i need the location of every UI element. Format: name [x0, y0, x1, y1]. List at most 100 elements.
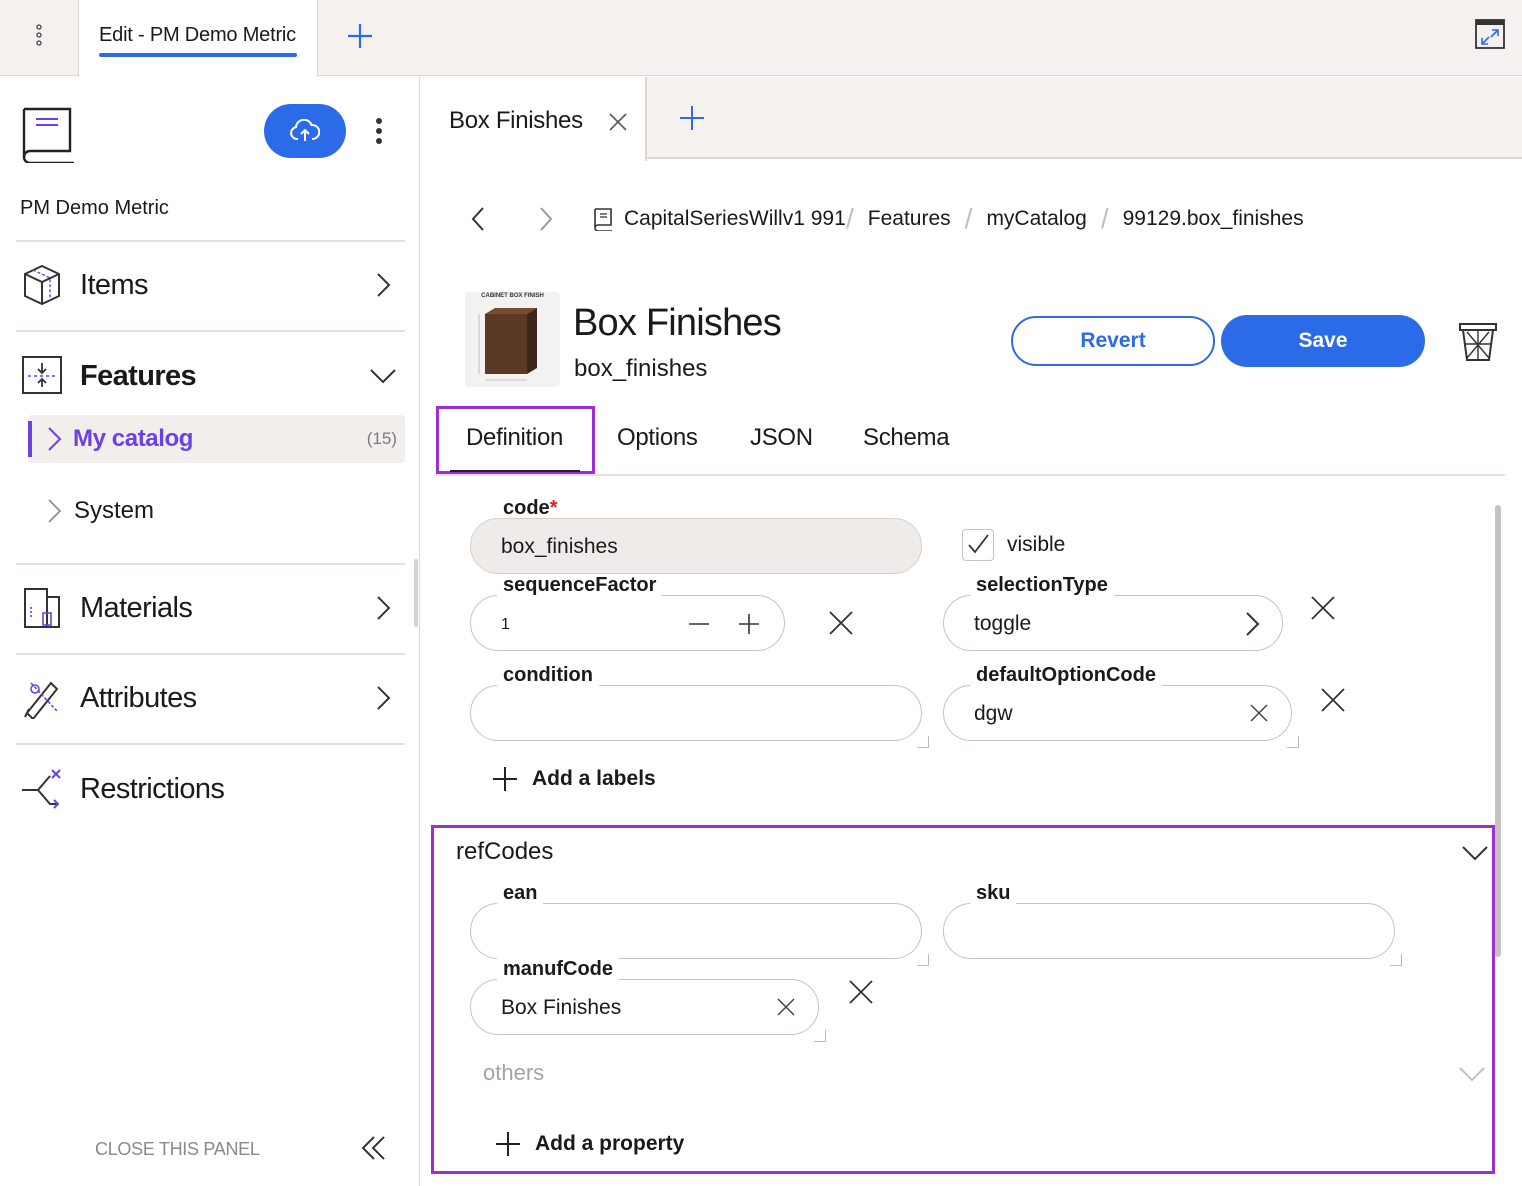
selection-type-field[interactable]: selectionType toggle — [943, 574, 1283, 651]
feature-thumbnail: CABINET BOX FINISH — [465, 292, 560, 387]
chevron-down-icon[interactable] — [1460, 838, 1490, 868]
back-arrow-icon[interactable] — [462, 203, 494, 235]
double-chevron-left-icon[interactable] — [358, 1133, 388, 1163]
sidebar-item-features[interactable]: Features — [20, 346, 405, 406]
sidebar-item-materials[interactable]: Materials — [20, 578, 405, 638]
plus-icon[interactable] — [737, 612, 761, 636]
tab-label: Box Finishes — [449, 107, 583, 134]
breadcrumb-features[interactable]: Features — [868, 207, 951, 231]
close-icon[interactable] — [607, 111, 629, 133]
add-labels-button[interactable]: Add a labels — [492, 766, 656, 792]
remove-manuf-code-icon[interactable] — [846, 977, 876, 1007]
sequence-factor-stepper[interactable]: sequenceFactor 1 — [470, 574, 785, 651]
breadcrumb-my-catalog[interactable]: myCatalog — [986, 207, 1086, 231]
panel-resize-handle[interactable] — [414, 559, 418, 627]
book-icon — [594, 208, 612, 231]
tab-edit-pm-demo-metric[interactable]: Edit - PM Demo Metric — [78, 0, 318, 77]
resize-handle[interactable] — [1287, 736, 1299, 748]
attributes-icon — [20, 676, 64, 720]
resize-handle[interactable] — [814, 1030, 826, 1042]
sidebar-item-items[interactable]: Items — [20, 255, 405, 315]
ean-field[interactable]: ean — [470, 882, 929, 966]
tab-schema[interactable]: Schema — [863, 424, 950, 452]
manuf-code-value: Box Finishes — [501, 996, 622, 1019]
add-property-button[interactable]: Add a property — [495, 1131, 684, 1157]
tab-label: Edit - PM Demo Metric — [99, 24, 296, 46]
sidebar-item-attributes[interactable]: Attributes — [20, 668, 405, 728]
divider — [16, 563, 405, 565]
remove-selection-type-icon[interactable] — [1308, 593, 1338, 623]
save-button[interactable]: Save — [1221, 315, 1425, 367]
materials-icon — [20, 586, 64, 630]
resize-handle[interactable] — [1390, 954, 1402, 966]
breadcrumb-separator: / — [1100, 203, 1109, 234]
add-labels-text: Add a labels — [532, 767, 656, 790]
breadcrumb-separator: / — [964, 203, 973, 234]
features-icon — [20, 354, 64, 398]
breadcrumb-current: 99129.box_finishes — [1122, 207, 1304, 230]
ean-label: ean — [497, 882, 544, 905]
revert-button[interactable]: Revert — [1011, 316, 1215, 366]
active-indicator — [28, 421, 32, 457]
breadcrumb: CapitalSeriesWillv1 991: / Features / my… — [462, 200, 1304, 238]
selection-type-value: toggle — [974, 612, 1032, 635]
sidebar-subitem-my-catalog[interactable]: My catalog (15) — [28, 415, 405, 463]
default-option-code-value: dgw — [974, 702, 1013, 725]
sku-label: sku — [970, 882, 1017, 905]
restrictions-icon — [20, 767, 64, 811]
sequence-factor-value: 1 — [501, 616, 510, 633]
others-section-title[interactable]: others — [483, 1060, 544, 1086]
plus-icon[interactable] — [677, 103, 707, 133]
minus-icon[interactable] — [687, 612, 711, 636]
condition-label: condition — [497, 664, 599, 687]
close-panel-link[interactable]: CLOSE THIS PANEL — [95, 1139, 260, 1160]
plus-icon — [493, 767, 517, 791]
remove-default-option-icon[interactable] — [1318, 685, 1348, 715]
chevron-right-icon — [377, 273, 391, 297]
sequence-factor-label: sequenceFactor — [497, 574, 663, 597]
sku-field[interactable]: sku — [943, 882, 1402, 966]
breadcrumb-catalog[interactable]: CapitalSeriesWillv1 991: — [624, 207, 846, 231]
default-option-code-label: defaultOptionCode — [970, 664, 1162, 687]
sidebar-item-label: Attributes — [80, 681, 197, 714]
sidebar-subitem-system[interactable]: System — [44, 493, 154, 529]
clear-icon[interactable] — [1248, 702, 1270, 724]
top-bar: Edit - PM Demo Metric — [0, 0, 1522, 77]
clear-icon[interactable] — [775, 996, 797, 1018]
remove-sequence-icon[interactable] — [826, 608, 856, 638]
refcodes-title[interactable]: refCodes — [456, 838, 553, 866]
chevron-right-icon — [48, 499, 62, 523]
tab-definition[interactable]: Definition — [466, 424, 563, 452]
forward-arrow-icon[interactable] — [530, 203, 562, 235]
resize-handle[interactable] — [917, 736, 929, 748]
scrollbar[interactable] — [1495, 505, 1501, 957]
sidebar-item-label: Features — [80, 359, 197, 392]
tab-options[interactable]: Options — [617, 424, 698, 452]
thumbnail-caption: CABINET BOX FINISH — [481, 293, 544, 299]
manuf-code-label: manufCode — [497, 958, 619, 981]
visible-checkbox[interactable] — [962, 529, 994, 561]
plus-icon[interactable] — [342, 18, 378, 54]
cloud-upload-icon — [290, 119, 320, 141]
code-field[interactable]: code* box_finishes — [470, 497, 922, 574]
manuf-code-field[interactable]: manufCode Box Finishes — [470, 958, 826, 1042]
expand-window-icon[interactable] — [1474, 18, 1506, 50]
sidebar-item-restrictions[interactable]: Restrictions — [20, 759, 405, 819]
trash-icon[interactable] — [1458, 318, 1498, 362]
vertical-dots-icon[interactable] — [22, 18, 56, 52]
tab-json[interactable]: JSON — [750, 424, 813, 452]
resize-handle[interactable] — [917, 954, 929, 966]
tab-box-finishes[interactable]: Box Finishes — [421, 77, 647, 161]
sidebar-item-label: Materials — [80, 591, 193, 624]
chevron-down-icon[interactable] — [1457, 1059, 1487, 1089]
more-options-icon[interactable] — [364, 113, 394, 149]
plus-icon — [496, 1132, 520, 1156]
default-option-code-field[interactable]: defaultOptionCode dgw — [943, 664, 1299, 748]
tab-underline — [450, 470, 580, 472]
divider — [16, 653, 405, 655]
count-badge: (15) — [366, 429, 397, 448]
divider — [16, 330, 405, 332]
condition-field[interactable]: condition — [470, 664, 929, 748]
upload-button[interactable] — [264, 104, 346, 158]
chevron-right-icon — [377, 596, 391, 620]
